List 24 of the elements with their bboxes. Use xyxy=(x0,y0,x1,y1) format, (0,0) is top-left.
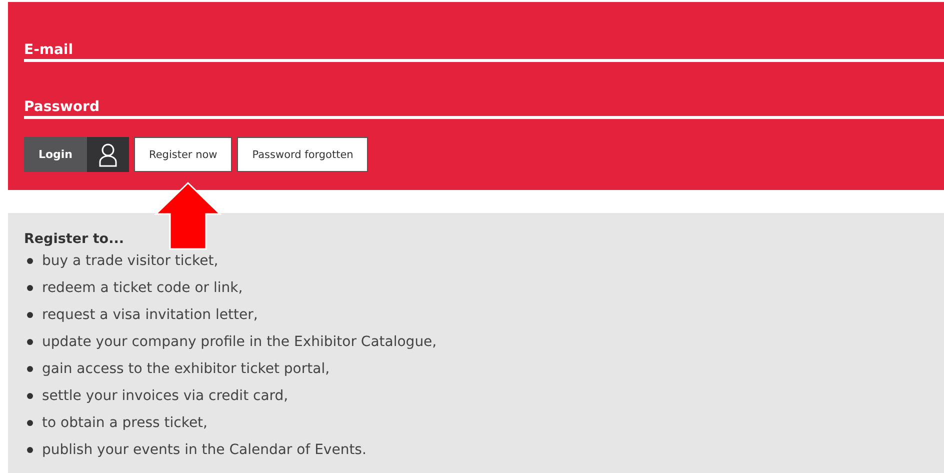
list-item: update your company profile in the Exhibitor Catalogue, xyxy=(42,334,437,350)
bullet-icon xyxy=(27,366,33,372)
list-item: publish your events in the Calendar of Events. xyxy=(42,442,366,458)
arrow-icon xyxy=(154,182,222,250)
input-field[interactable]: E-mail xyxy=(24,28,944,62)
bullet-icon xyxy=(27,312,33,318)
register-button[interactable]: Register now xyxy=(134,137,232,172)
bullet-icon xyxy=(27,284,33,290)
info-heading: Register to... xyxy=(24,231,125,247)
list-item: buy a trade visitor ticket, xyxy=(42,252,218,268)
user-icon xyxy=(98,142,118,166)
bullet-icon xyxy=(27,338,33,344)
bullet-icon xyxy=(27,446,33,452)
list-item: to obtain a press ticket, xyxy=(42,414,208,430)
list-item: gain access to the exhibitor ticket portal, xyxy=(42,360,330,376)
bullet-icon xyxy=(27,420,33,426)
list-item: redeem a ticket code or link, xyxy=(42,280,243,296)
password-forgotten-button[interactable]: Password forgotten xyxy=(237,137,368,172)
bullet-icon xyxy=(27,392,33,398)
login-button[interactable]: Login xyxy=(24,137,129,172)
list-item: request a visa invitation letter, xyxy=(42,306,258,322)
input-field[interactable]: Password xyxy=(24,85,944,119)
list-item: settle your invoices via credit card, xyxy=(42,388,288,404)
bullet-icon xyxy=(27,258,33,264)
